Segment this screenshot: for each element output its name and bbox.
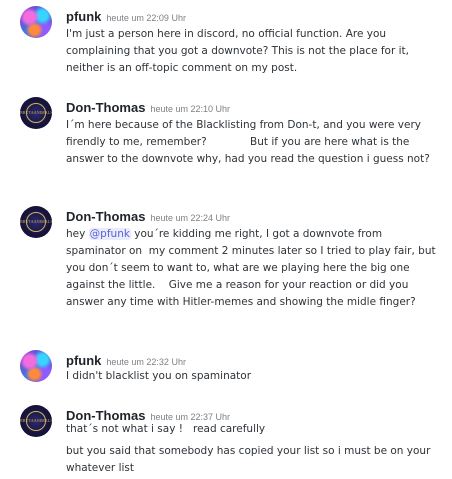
message-text: I´m here because of the Blacklisting fro… — [66, 119, 430, 165]
message-header: pfunk heute um 22:09 Uhr — [66, 6, 186, 24]
don-thomas-avatar[interactable]: BRUTAANIMALS — [20, 206, 52, 238]
message-header: pfunk heute um 22:32 Uhr — [66, 350, 186, 368]
message-text: that´s not what i say ! read carefully — [66, 423, 266, 435]
avatar-logo-text: BRUTAANIMALS — [20, 219, 52, 224]
message-text: I'm just a person here in discord, no of… — [66, 28, 413, 74]
message-timestamp: heute um 22:10 Uhr — [150, 104, 231, 114]
don-thomas-avatar[interactable]: BRUTAANIMALS — [20, 405, 52, 437]
don-thomas-avatar[interactable]: BRUTAANIMALS — [20, 97, 52, 129]
pfunk-avatar[interactable] — [20, 350, 52, 382]
message-timestamp: heute um 22:32 Uhr — [106, 357, 186, 367]
message-username[interactable]: pfunk — [66, 9, 101, 24]
message-timestamp: heute um 22:09 Uhr — [106, 13, 186, 23]
message-username[interactable]: Don-Thomas — [66, 100, 145, 115]
message-username[interactable]: pfunk — [66, 353, 101, 368]
message-text-rest: you´re kidding me right, I got a downvot… — [66, 228, 439, 308]
message-header: Don-Thomas heute um 22:24 Uhr — [66, 206, 230, 224]
message-text: but you said that somebody has copied yo… — [66, 445, 434, 474]
user-mention[interactable]: @pfunk — [88, 228, 131, 240]
pfunk-avatar[interactable] — [20, 6, 52, 38]
message-text-start: hey — [66, 228, 89, 240]
message-timestamp: heute um 22:24 Uhr — [150, 213, 231, 223]
message-text: hey @pfunk you´re kidding me right, I go… — [66, 226, 444, 311]
message-username[interactable]: Don-Thomas — [66, 209, 145, 224]
message-header: Don-Thomas heute um 22:10 Uhr — [66, 97, 230, 115]
avatar-logo-text: BRUTAANIMALS — [20, 418, 52, 423]
avatar-logo-text: BRUTAANIMALS — [20, 110, 52, 115]
message-text: I didn't blacklist you on spaminator — [66, 370, 252, 382]
